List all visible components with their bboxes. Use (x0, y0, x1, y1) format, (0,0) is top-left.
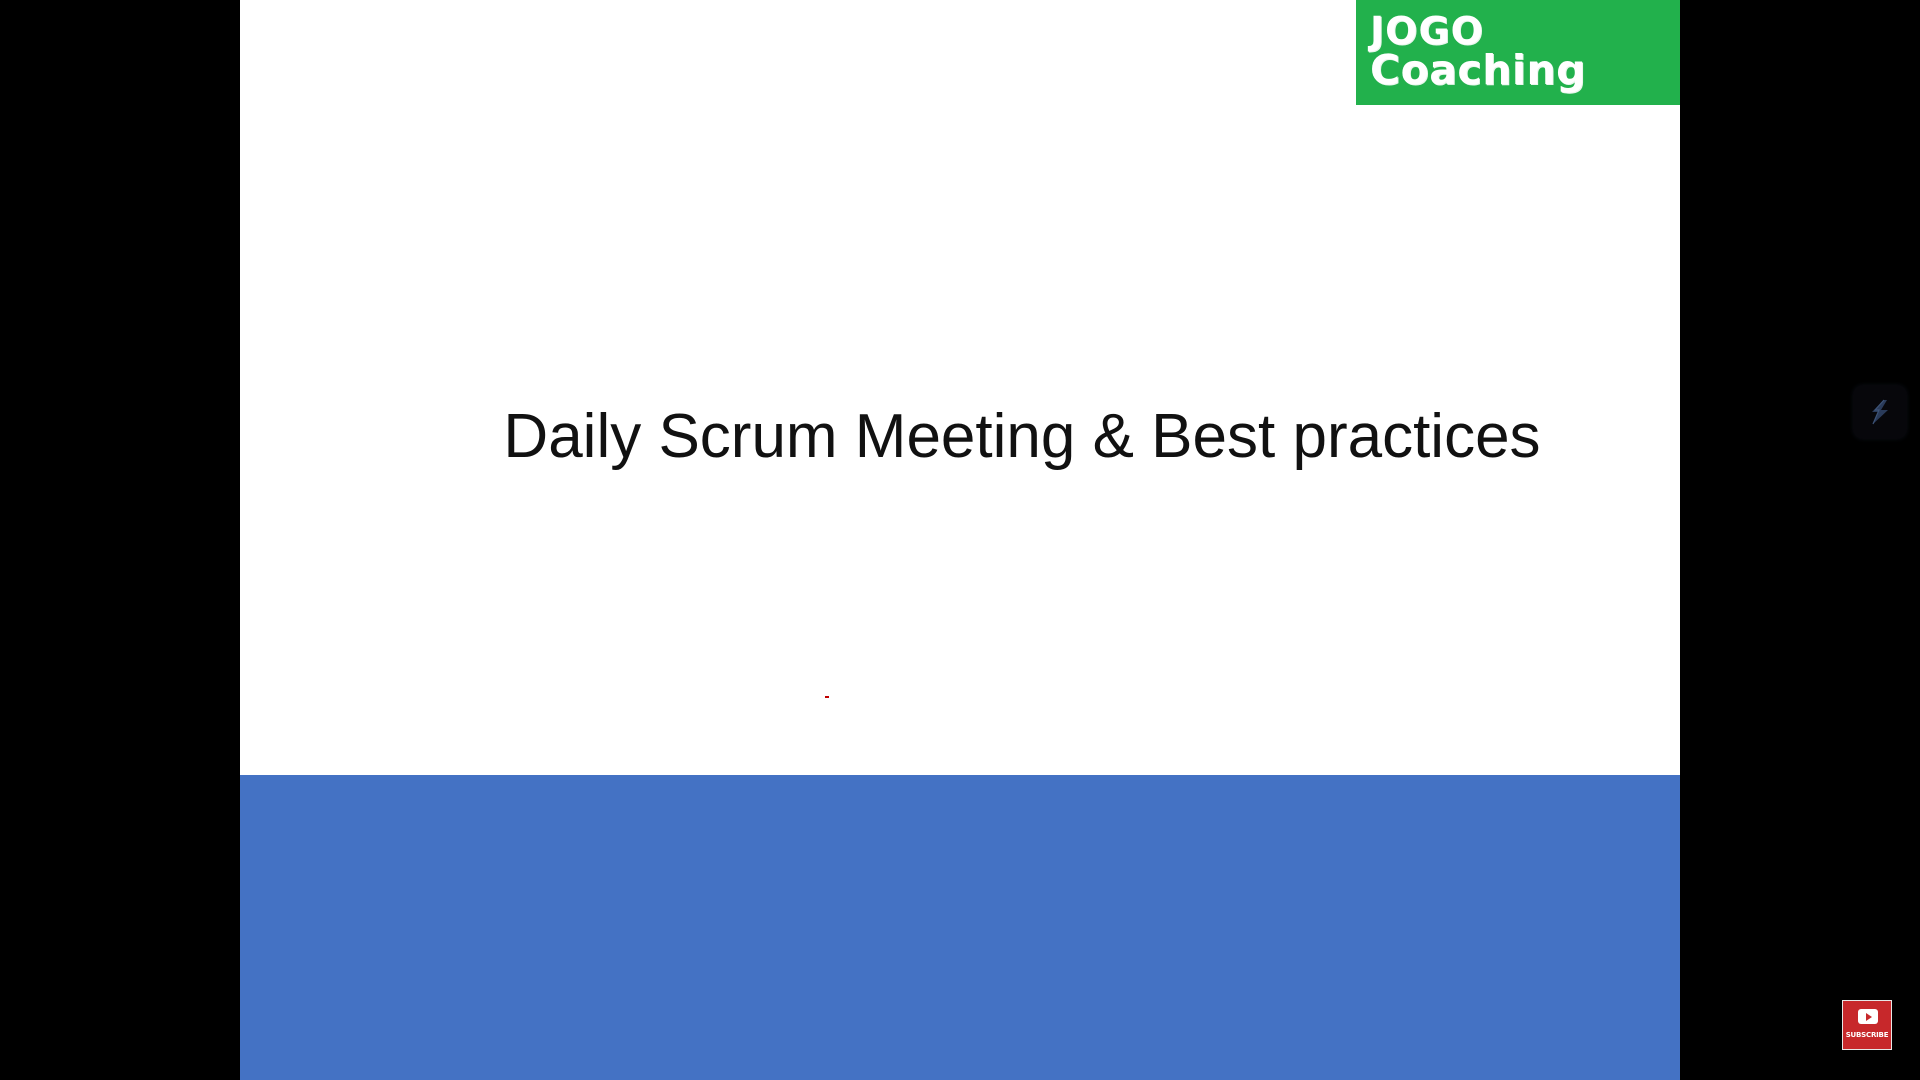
youtube-play-icon (1858, 1009, 1878, 1024)
slide-bottom-blue-band (240, 775, 1680, 1080)
slide-title: Daily Scrum Meeting & Best practices (503, 402, 1541, 471)
jogo-coaching-logo: JOGO Coaching (1356, 0, 1680, 105)
video-screen: JOGO Coaching Daily Scrum Meeting & Best… (0, 0, 1920, 1080)
logo-line-coaching: Coaching (1370, 46, 1587, 94)
presentation-slide: JOGO Coaching Daily Scrum Meeting & Best… (240, 0, 1680, 1080)
stylized-s-logo-icon (1853, 385, 1907, 439)
subscribe-label: SUBSCRIBE (1845, 1031, 1889, 1039)
logo-line-jogo: JOGO (1370, 9, 1484, 53)
stylized-s-logo-icon-svg (1872, 399, 1888, 425)
subscribe-button[interactable]: SUBSCRIBE (1842, 1000, 1892, 1050)
red-marker-dot (825, 696, 829, 698)
